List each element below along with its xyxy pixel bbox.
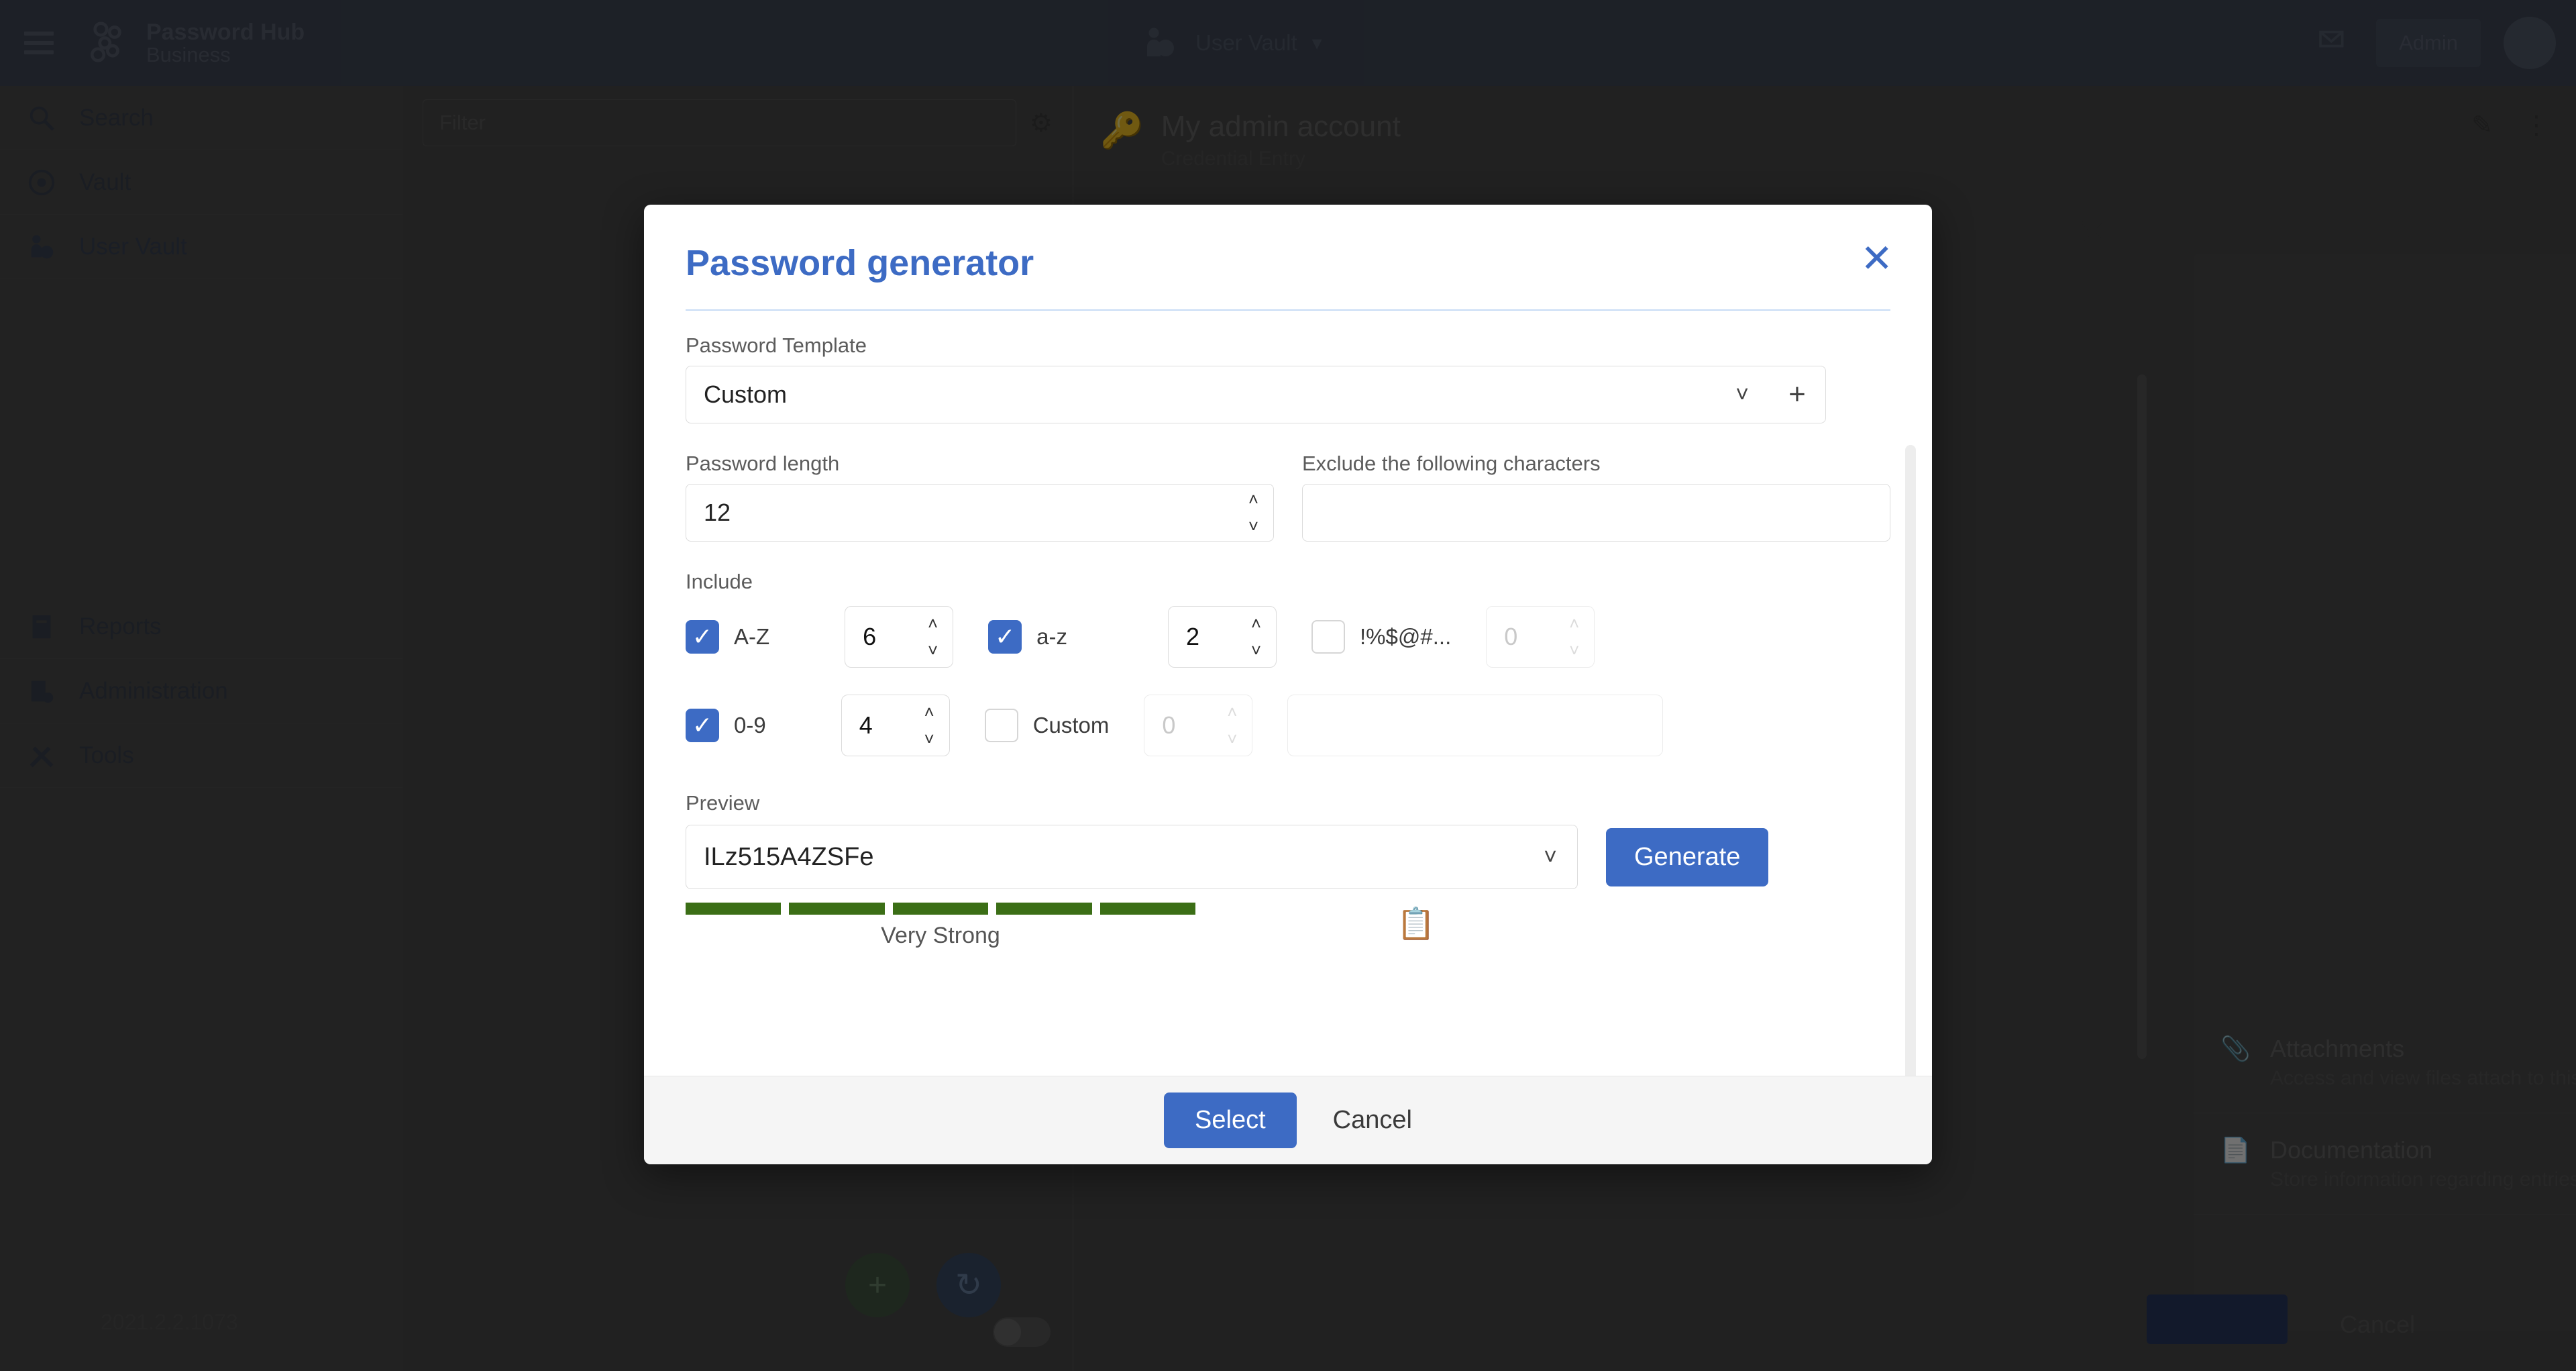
strength-bar [996, 903, 1092, 915]
dialog-footer: Select Cancel [644, 1076, 1932, 1164]
lowercase-stepper[interactable]: ˄ ˅ [1251, 607, 1261, 667]
exclude-characters-input[interactable] [1302, 484, 1890, 542]
template-select[interactable]: Custom ˅ + [686, 366, 1826, 423]
symbols-count-input[interactable]: 0 ˄ ˅ [1486, 606, 1595, 668]
preview-value: ILz515A4ZSFe [704, 842, 874, 871]
stepper-up-icon: ˄ [1569, 613, 1580, 633]
digits-count-value: 4 [859, 711, 873, 739]
preview-input[interactable]: ILz515A4ZSFe ˅ [686, 825, 1578, 889]
custom-stepper: ˄ ˅ [1227, 695, 1237, 756]
add-template-icon[interactable]: + [1769, 378, 1825, 411]
strength-bar [686, 903, 782, 915]
checkbox-symbols[interactable] [1311, 620, 1346, 654]
stepper-down-icon[interactable]: ˅ [928, 642, 938, 659]
password-length-input[interactable]: 12 ˄ ˅ [686, 484, 1274, 542]
custom-count-input[interactable]: 0 ˄ ˅ [1144, 695, 1253, 756]
stepper-down-icon[interactable]: ˅ [924, 730, 934, 748]
preview-row: ILz515A4ZSFe ˅ Generate [686, 825, 1890, 889]
chevron-down-icon[interactable]: ˅ [1523, 844, 1577, 870]
stepper-up-icon: ˄ [1227, 702, 1238, 722]
strength-label: Very Strong [881, 923, 1000, 948]
lowercase-count-input[interactable]: 2 ˄ ˅ [1168, 606, 1277, 668]
password-generator-dialog: Password generator ✕ Password Template C… [644, 205, 1932, 1164]
include-row-1: ✓ A-Z 6 ˄ ˅ ✓ a-z 2 ˄ ˅ !%$@#... 0 ˄ ˅ [686, 606, 1890, 668]
stepper-down-icon[interactable]: ˅ [1251, 642, 1261, 659]
checkbox-uppercase-label: A-Z [734, 624, 770, 649]
custom-characters-input[interactable] [1287, 695, 1664, 756]
uppercase-count-input[interactable]: 6 ˄ ˅ [845, 606, 954, 668]
symbols-count-value: 0 [1504, 623, 1518, 650]
strength-bars [686, 903, 1196, 915]
strength-bar [892, 903, 989, 915]
dialog-header: Password generator ✕ [644, 205, 1932, 284]
stepper-up-icon[interactable]: ˄ [1251, 615, 1261, 632]
select-button[interactable]: Select [1164, 1093, 1297, 1148]
checkbox-lowercase[interactable]: ✓ [988, 620, 1022, 654]
checkbox-custom[interactable] [984, 709, 1018, 742]
dialog-scrollbar[interactable] [1905, 445, 1916, 1076]
strength-bar [789, 903, 885, 915]
digits-stepper[interactable]: ˄ ˅ [924, 695, 934, 756]
stepper-down-icon[interactable]: ˅ [1248, 517, 1258, 535]
checkbox-custom-label: Custom [1032, 713, 1110, 738]
chevron-down-icon[interactable]: ˅ [1715, 382, 1769, 408]
symbols-stepper: ˄ ˅ [1569, 607, 1579, 667]
copy-icon[interactable]: 📋 [1397, 905, 1435, 942]
stepper-up-icon[interactable]: ˄ [1248, 491, 1258, 508]
checkbox-digits[interactable]: ✓ [686, 709, 719, 742]
dialog-body: Password Template Custom ˅ + Password le… [644, 311, 1932, 1076]
exclude-label: Exclude the following characters [1302, 452, 1601, 475]
stepper-down-icon: ˅ [1569, 640, 1580, 660]
preview-label: Preview [686, 791, 760, 815]
checkbox-digits-label: 0-9 [734, 713, 766, 738]
cancel-button[interactable]: Cancel [1333, 1106, 1412, 1135]
dialog-title: Password generator [686, 243, 1034, 283]
lowercase-count-value: 2 [1186, 623, 1200, 650]
template-value: Custom [704, 380, 788, 408]
strength-bar [1099, 903, 1196, 915]
checkbox-lowercase-label: a-z [1036, 624, 1068, 649]
checkbox-symbols-label: !%$@#... [1360, 624, 1452, 649]
include-row-2: ✓ 0-9 4 ˄ ˅ Custom 0 ˄ ˅ [686, 695, 1890, 756]
length-label: Password length [686, 452, 840, 475]
include-label: Include [686, 570, 753, 593]
uppercase-count-value: 6 [863, 623, 877, 650]
stepper-down-icon: ˅ [1227, 729, 1238, 749]
length-stepper[interactable]: ˄ ˅ [1248, 485, 1258, 541]
generate-button[interactable]: Generate [1606, 827, 1769, 886]
custom-count-value: 0 [1162, 711, 1176, 739]
password-length-value: 12 [704, 499, 731, 526]
strength-indicator: Very Strong 📋 [686, 903, 1890, 949]
uppercase-stepper[interactable]: ˄ ˅ [928, 607, 938, 667]
checkbox-uppercase[interactable]: ✓ [686, 620, 719, 654]
digits-count-input[interactable]: 4 ˄ ˅ [841, 695, 950, 756]
close-icon[interactable]: ✕ [1860, 240, 1893, 278]
stepper-up-icon[interactable]: ˄ [924, 703, 934, 721]
stepper-up-icon[interactable]: ˄ [928, 615, 938, 632]
template-label: Password Template [686, 334, 867, 357]
